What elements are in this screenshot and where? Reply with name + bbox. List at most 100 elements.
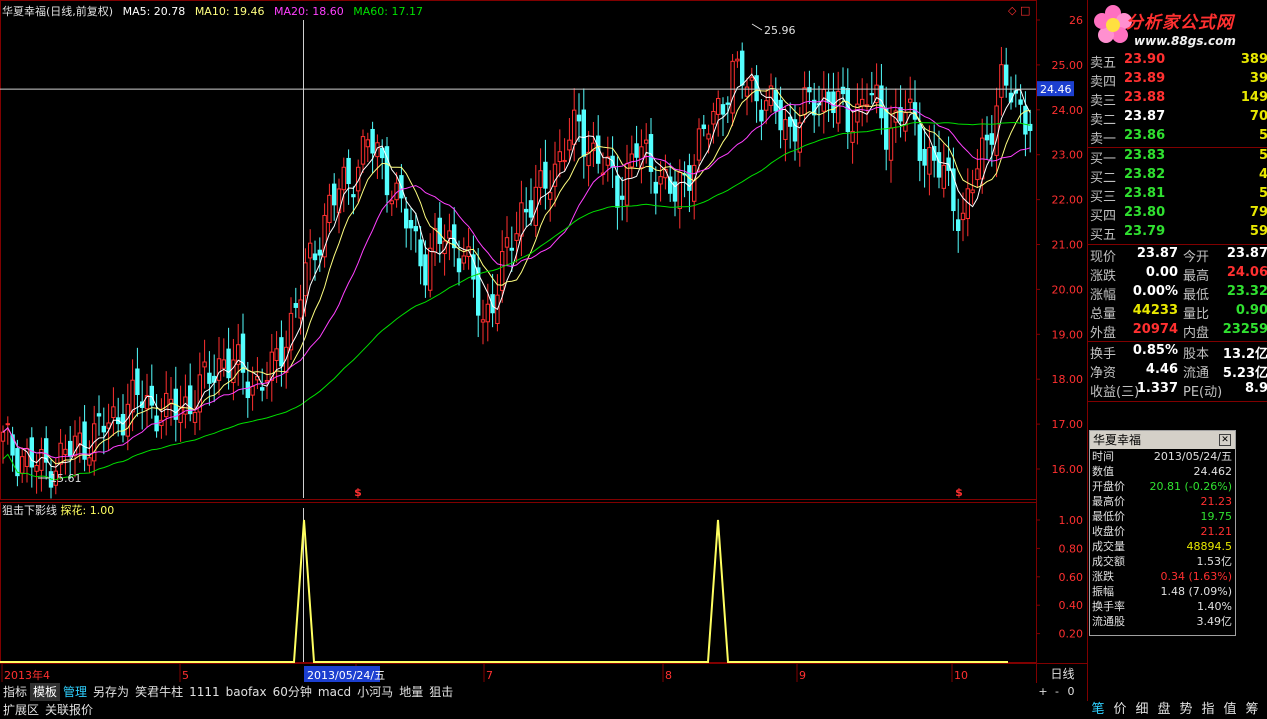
price-tick-label: 25.00 xyxy=(1052,59,1084,72)
candle-body xyxy=(101,425,106,433)
tab-7[interactable]: 60分钟 xyxy=(270,683,315,701)
candle-body xyxy=(418,239,423,267)
right-tab-0[interactable]: 笔 xyxy=(1087,701,1109,719)
tab-11[interactable]: 狙击 xyxy=(426,683,456,701)
right-tab-7[interactable]: 筹 xyxy=(1241,701,1263,719)
tab-2[interactable]: 管理 xyxy=(60,683,90,701)
bid-row[interactable]: 买五 23.79 59 xyxy=(1088,224,1267,243)
ask-price: 23.89 xyxy=(1124,71,1166,86)
candle-body xyxy=(620,195,625,200)
info-key: 最低价 xyxy=(1092,510,1125,523)
period-label[interactable]: 日线 xyxy=(1040,665,1085,681)
candle-body xyxy=(413,226,419,232)
candle-body xyxy=(648,134,654,172)
tab-6[interactable]: baofax xyxy=(223,683,270,701)
info-value: 1.48 (7.09%) xyxy=(1160,585,1232,598)
candle-body xyxy=(840,86,846,95)
info-row: 成交额 1.53亿 xyxy=(1090,554,1235,569)
logo: 分析家公式网 www.88gs.com xyxy=(1088,0,1267,55)
tab-0[interactable]: 指标 xyxy=(0,683,30,701)
tab-9[interactable]: 小河马 xyxy=(354,683,396,701)
date-tick-label: 9 xyxy=(799,669,806,682)
ask-label: 卖五 xyxy=(1090,56,1117,71)
ask-row[interactable]: 卖四 23.89 39 xyxy=(1088,71,1267,90)
kline-chart[interactable]: ◇ □ 26 25.00 24.00 23.00 22.00 21.00 20.00 19.00 1… xyxy=(0,0,1087,683)
candle-body xyxy=(788,116,793,127)
status-tab-0[interactable]: 扩展区 xyxy=(0,701,42,719)
candle-body xyxy=(677,171,682,209)
info-popup[interactable]: 华夏幸福 ✕ 时间 2013/05/24/五 数值 24.462 开盘价 20.81 (-… xyxy=(1089,430,1236,636)
bid-row[interactable]: 买四 23.80 79 xyxy=(1088,205,1267,224)
indicator-value: 探花: 1.00 xyxy=(60,504,115,517)
candle-body xyxy=(528,200,534,218)
right-tab-6[interactable]: 值 xyxy=(1219,701,1241,719)
info-value: 1.53亿 xyxy=(1196,555,1233,568)
right-tab-4[interactable]: 势 xyxy=(1175,701,1197,719)
status-tab-1[interactable]: 关联报价 xyxy=(42,701,96,719)
ask-row[interactable]: 卖五 23.90 389 xyxy=(1088,52,1267,71)
candle-body xyxy=(303,262,308,297)
candle-body xyxy=(548,192,553,200)
right-tab-1[interactable]: 价 xyxy=(1109,701,1131,719)
right-tab-3[interactable]: 盘 xyxy=(1153,701,1175,719)
stat-value: 8.9 xyxy=(1244,381,1267,396)
stat-value: 44233 xyxy=(1132,303,1178,318)
candle-body xyxy=(0,431,6,442)
ask-row[interactable]: 卖一 23.86 5 xyxy=(1088,128,1267,147)
ask-row[interactable]: 卖三 23.88 149 xyxy=(1088,90,1267,109)
candle-body xyxy=(279,337,284,367)
stat-value: 0.85% xyxy=(1132,343,1178,358)
zoom-in-button[interactable]: + xyxy=(1036,685,1050,698)
bid-label: 买五 xyxy=(1090,228,1117,243)
info-row: 数值 24.462 xyxy=(1090,464,1235,479)
bid-row[interactable]: 买三 23.81 5 xyxy=(1088,186,1267,205)
tab-1[interactable]: 模板 xyxy=(30,683,61,701)
right-tab-5[interactable]: 指 xyxy=(1197,701,1219,719)
info-value: 21.23 xyxy=(1200,495,1233,508)
bid-price: 23.82 xyxy=(1124,167,1166,182)
zoom-reset-button[interactable]: 0 xyxy=(1064,685,1078,698)
indicator-tick-label: 0.40 xyxy=(1059,599,1084,612)
info-value: 1.40% xyxy=(1197,600,1232,613)
close-icon[interactable]: ✕ xyxy=(1219,434,1231,446)
candle-body xyxy=(922,148,927,166)
tab-8[interactable]: macd xyxy=(315,683,354,701)
price-tick-label: 17.00 xyxy=(1052,418,1084,431)
candle-body xyxy=(1004,64,1009,86)
square-icon[interactable]: □ xyxy=(1020,4,1030,17)
info-popup-title: 华夏幸福 xyxy=(1093,433,1142,447)
candle-body xyxy=(759,109,764,122)
indicator-name: 狙击下影线 xyxy=(2,504,57,517)
price-tick-label: 21.00 xyxy=(1052,239,1084,252)
tab-10[interactable]: 地量 xyxy=(396,683,426,701)
stat-row: 换手 0.85% 股本 13.2亿 xyxy=(1088,343,1267,362)
info-value: 0.34 (1.63%) xyxy=(1160,570,1232,583)
candle-body xyxy=(149,385,155,406)
ask-volume: 389 xyxy=(1240,52,1267,67)
tab-3[interactable]: 另存为 xyxy=(90,683,132,701)
candle-body xyxy=(308,242,313,259)
stat-label: 股本 xyxy=(1183,347,1210,362)
candle-body xyxy=(975,168,980,181)
tab-5[interactable]: 1111 xyxy=(186,683,223,701)
right-tab-2[interactable]: 细 xyxy=(1131,701,1153,719)
candle-body xyxy=(658,176,663,185)
bid-row[interactable]: 买一 23.83 5 xyxy=(1088,148,1267,167)
candle-body xyxy=(773,89,778,112)
info-popup-header[interactable]: 华夏幸福 ✕ xyxy=(1090,431,1235,449)
candle-body xyxy=(178,407,183,423)
diamond-icon[interactable]: ◇ xyxy=(1008,4,1017,17)
candle-body xyxy=(716,98,721,115)
kline-chart-area[interactable]: ◇ □ 26 25.00 24.00 23.00 22.00 21.00 20.00 19.00 1… xyxy=(0,0,1087,683)
zoom-out-button[interactable]: - xyxy=(1050,685,1064,698)
stat-value: 13.2亿 xyxy=(1222,347,1267,362)
indicator-tick-label: 0.20 xyxy=(1059,628,1084,641)
info-key: 成交量 xyxy=(1092,540,1125,553)
ask-row[interactable]: 卖二 23.87 70 xyxy=(1088,109,1267,128)
tab-4[interactable]: 笑君牛柱 xyxy=(132,683,186,701)
candle-body xyxy=(428,247,433,291)
candle-body xyxy=(240,333,246,373)
candle-body xyxy=(970,189,975,194)
bid-row[interactable]: 买二 23.82 4 xyxy=(1088,167,1267,186)
candle-body xyxy=(696,128,702,161)
